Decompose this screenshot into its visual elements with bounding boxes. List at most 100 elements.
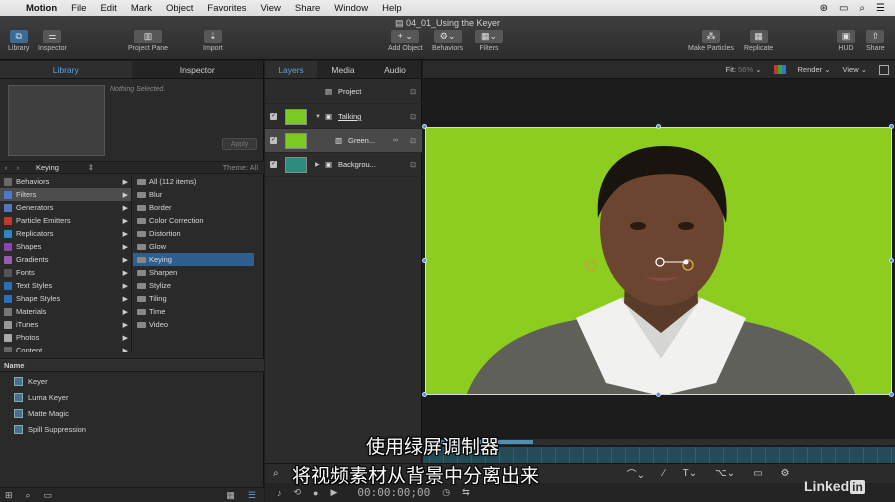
selection-handle[interactable]	[656, 392, 661, 397]
category-item[interactable]: Fonts ▶	[0, 266, 131, 279]
subcategory-item[interactable]: Color Correction	[133, 214, 264, 227]
category-item[interactable]: Shapes ▶	[0, 240, 131, 253]
subcategory-item[interactable]: Distortion	[133, 227, 264, 240]
subcategory-item[interactable]: Border	[133, 201, 264, 214]
fit-zoom-popup[interactable]: Fit: 56% ⌄	[726, 65, 762, 74]
subcategory-item[interactable]: Video	[133, 318, 264, 331]
filters-button[interactable]: ▦⌄ Filters	[475, 30, 503, 52]
spotlight-icon[interactable]: ⌕	[859, 3, 865, 14]
shape-tool-icon[interactable]: ⌒⌄	[627, 466, 645, 481]
menu-mark[interactable]: Mark	[131, 3, 152, 14]
mask-tool-icon[interactable]: ⌥⌄	[715, 468, 735, 479]
subcategory-item[interactable]: Time	[133, 305, 264, 318]
menu-object[interactable]: Object	[166, 3, 193, 14]
subcategory-item[interactable]: Blur	[133, 188, 264, 201]
creative-cloud-icon[interactable]: ⊛	[820, 3, 828, 14]
subcategory-item[interactable]: All (112 items)	[133, 175, 264, 188]
library-list-header[interactable]: Name	[0, 358, 264, 372]
subcategory-item[interactable]: Sharpen	[133, 266, 264, 279]
layer-row-green[interactable]: ✓ ▥ Green... ∞ ⊡	[265, 129, 422, 153]
category-item[interactable]: Generators ▶	[0, 201, 131, 214]
layer-checkbox[interactable]: ✓	[270, 137, 277, 144]
layer-row-project[interactable]: ▤ Project ⊡	[265, 80, 422, 104]
menu-view[interactable]: View	[261, 3, 281, 14]
menu-edit[interactable]: Edit	[100, 3, 116, 14]
search-icon[interactable]: ⌕	[273, 468, 279, 479]
new-folder-icon[interactable]: ⊞	[5, 490, 13, 501]
selection-handle[interactable]	[422, 124, 427, 129]
menu-list-icon[interactable]: ☰	[876, 3, 885, 14]
inspector-button[interactable]: ⚌ Inspector	[38, 30, 67, 52]
tab-inspector[interactable]: Inspector	[132, 61, 264, 78]
apply-button[interactable]: Apply	[222, 138, 257, 150]
tab-audio[interactable]: Audio	[369, 61, 421, 78]
record-icon[interactable]: ●	[313, 488, 318, 498]
add-object-button[interactable]: + ⌄ Add Object	[388, 30, 423, 52]
category-item[interactable]: Materials ▶	[0, 305, 131, 318]
lock-icon[interactable]: ⊡	[410, 88, 416, 96]
list-item[interactable]: Keyer	[0, 373, 264, 389]
menu-file[interactable]: File	[71, 3, 86, 14]
selection-handle[interactable]	[656, 124, 661, 129]
import-button[interactable]: ⇣ Import	[203, 30, 223, 52]
play-icon[interactable]: ▶	[330, 487, 337, 498]
screen-icon[interactable]: ▭	[839, 3, 848, 14]
category-item[interactable]: Replicators ▶	[0, 227, 131, 240]
library-button[interactable]: ⧉ Library	[8, 30, 29, 52]
tab-layers[interactable]: Layers	[265, 61, 317, 78]
selection-handle[interactable]	[422, 258, 427, 263]
render-popup[interactable]: Render ⌄	[798, 65, 831, 74]
subcategory-item[interactable]: Stylize	[133, 279, 264, 292]
layer-row-talking[interactable]: ✓ ▼ ▣ Talking ⊡	[265, 105, 422, 129]
make-particles-button[interactable]: ⁂ Make Particles	[688, 30, 734, 52]
mini-timeline-icon[interactable]: ⇆	[462, 487, 470, 498]
theme-popup[interactable]: Theme: All	[223, 163, 264, 172]
layer-checkbox[interactable]: ✓	[270, 161, 277, 168]
folder-icon[interactable]: ▭	[44, 490, 53, 501]
menu-share[interactable]: Share	[295, 3, 320, 14]
hud-toggle-icon[interactable]: ▭	[753, 468, 762, 479]
layer-row-background[interactable]: ✓ ▶ ▣ Backgrou... ⊡	[265, 153, 422, 177]
category-item[interactable]: Photos ▶	[0, 331, 131, 344]
subcategory-item[interactable]: Glow	[133, 240, 264, 253]
tab-media[interactable]: Media	[317, 61, 369, 78]
list-view-icon[interactable]: ☰	[248, 490, 264, 501]
replicate-button[interactable]: ▦ Replicate	[744, 30, 773, 52]
category-item[interactable]: Filters ▶	[0, 188, 131, 201]
category-item[interactable]: Content ▶	[0, 344, 131, 352]
menu-app-name[interactable]: Motion	[26, 3, 57, 14]
link-icon[interactable]: ∞	[393, 137, 398, 144]
hud-button[interactable]: ▣ HUD	[837, 30, 855, 52]
paint-stroke-icon[interactable]: ∕	[663, 468, 665, 479]
lock-icon[interactable]: ⊡	[410, 137, 416, 145]
clock-icon[interactable]: ◷	[442, 487, 450, 498]
selection-handle[interactable]	[889, 392, 894, 397]
category-item[interactable]: Shape Styles ▶	[0, 292, 131, 305]
selection-handle[interactable]	[422, 392, 427, 397]
selection-handle[interactable]	[889, 258, 894, 263]
forward-icon[interactable]: ›	[12, 163, 24, 172]
settings-icon[interactable]: ⚙	[781, 468, 790, 479]
behaviors-button[interactable]: ⚙⌄ Behaviors	[432, 30, 463, 52]
subcategory-item[interactable]: Keying	[133, 253, 254, 266]
share-button[interactable]: ⇧ Share	[866, 30, 885, 52]
list-item[interactable]: Matte Magic	[0, 405, 264, 421]
menu-favorites[interactable]: Favorites	[207, 3, 246, 14]
disclosure-open-icon[interactable]: ▼	[315, 114, 321, 120]
category-item[interactable]: iTunes ▶	[0, 318, 131, 331]
layer-checkbox[interactable]: ✓	[270, 113, 277, 120]
menu-window[interactable]: Window	[334, 3, 368, 14]
list-item[interactable]: Spill Suppression	[0, 421, 264, 437]
list-item[interactable]: Luma Keyer	[0, 389, 264, 405]
icon-view-icon[interactable]: ▦	[226, 490, 235, 501]
category-item[interactable]: Text Styles ▶	[0, 279, 131, 292]
loop-icon[interactable]: ⟲	[294, 487, 302, 498]
path-popup[interactable]: Keying	[36, 163, 59, 172]
canvas-video-frame[interactable]	[425, 127, 892, 395]
search-icon[interactable]: ⌕	[26, 490, 31, 501]
back-icon[interactable]: ‹	[0, 163, 12, 172]
lock-icon[interactable]: ⊡	[410, 161, 416, 169]
mute-icon[interactable]: ♪	[277, 488, 282, 498]
text-tool-icon[interactable]: T⌄	[683, 468, 698, 479]
lock-icon[interactable]: ⊡	[410, 113, 416, 121]
